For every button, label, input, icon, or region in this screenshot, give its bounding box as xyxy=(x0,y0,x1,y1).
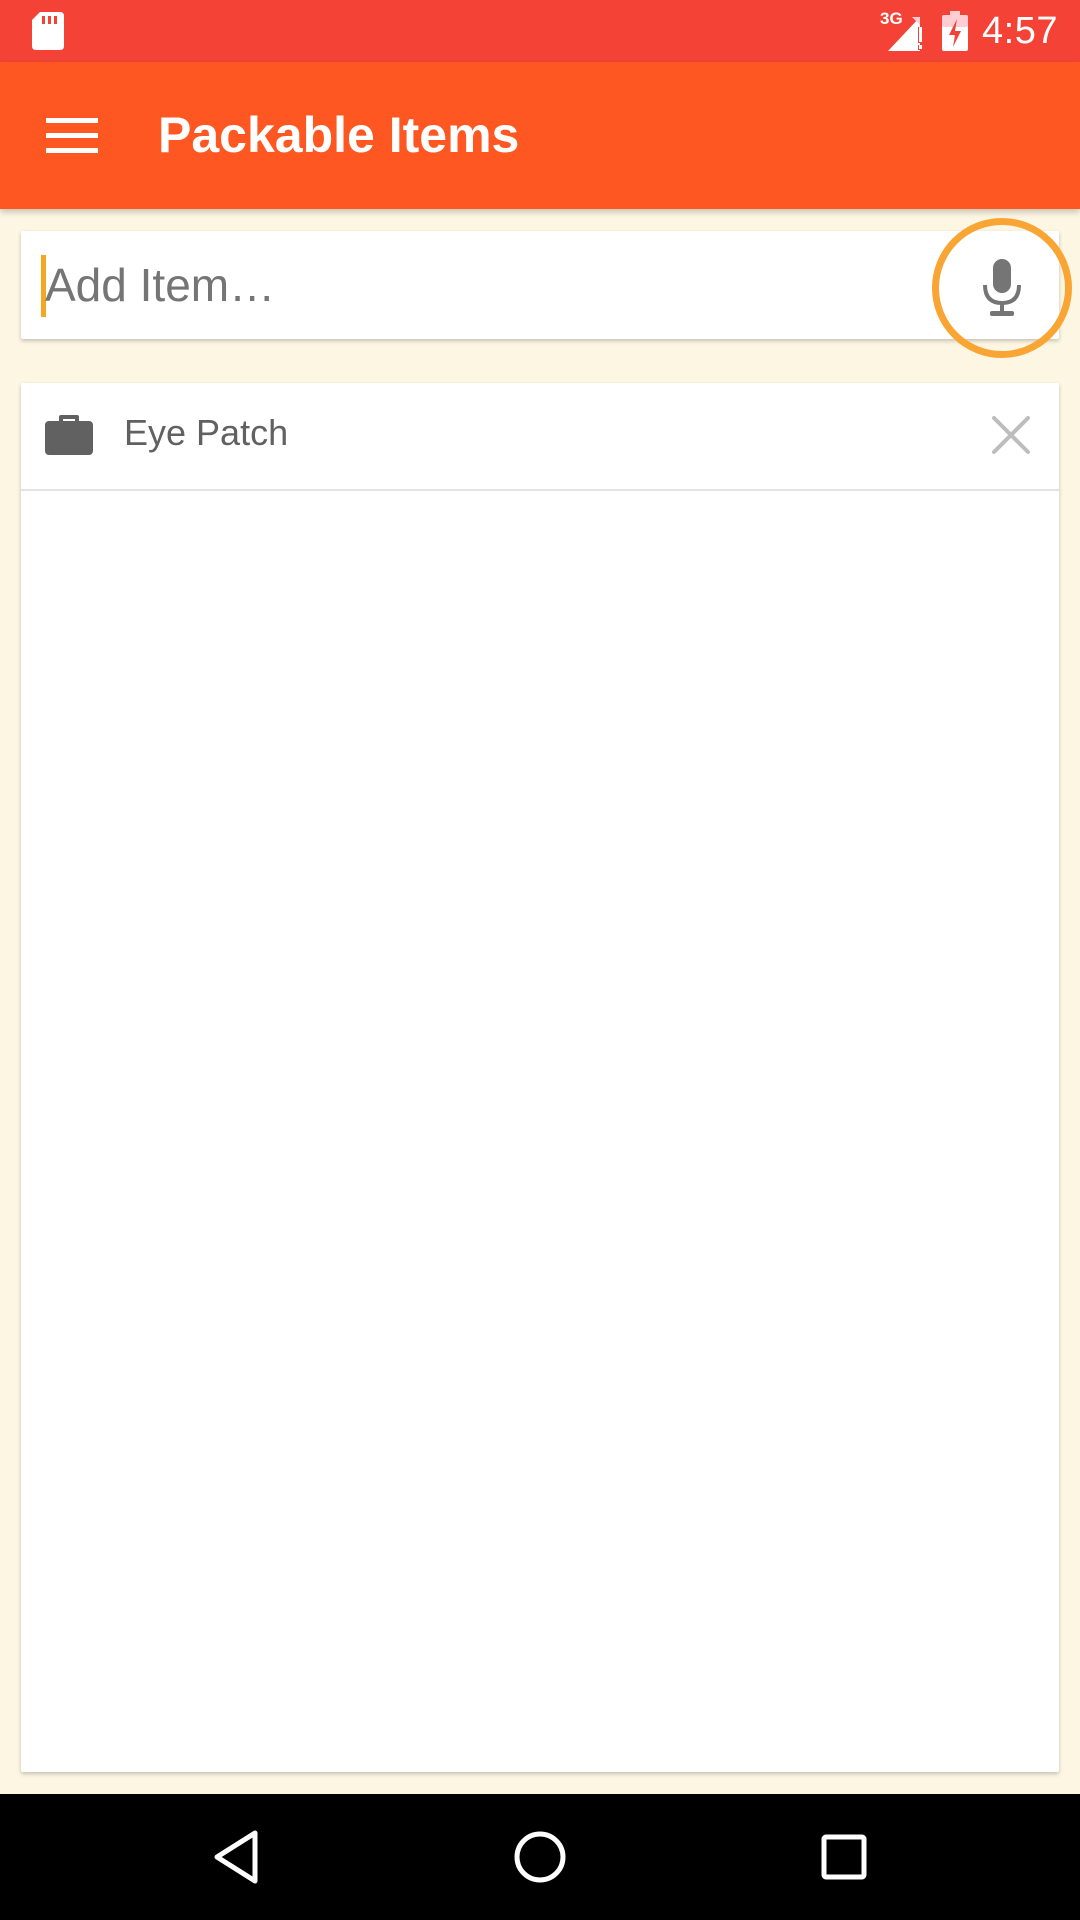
home-button[interactable] xyxy=(495,1812,585,1902)
back-icon xyxy=(214,1830,258,1884)
hamburger-menu-icon xyxy=(46,118,98,153)
remove-item-button[interactable] xyxy=(981,405,1041,465)
status-bar: 3G 4:57 xyxy=(0,0,1080,62)
briefcase-icon xyxy=(45,415,93,455)
recents-button[interactable] xyxy=(799,1812,889,1902)
add-item-input[interactable] xyxy=(41,245,921,325)
status-icons: 3G 4:57 xyxy=(880,0,1058,62)
list-item[interactable]: Eye Patch xyxy=(21,383,1059,491)
home-icon xyxy=(514,1831,566,1883)
page-title: Packable Items xyxy=(158,107,520,163)
sd-card-icon xyxy=(32,12,64,50)
close-icon xyxy=(992,416,1030,454)
microphone-icon xyxy=(983,259,1021,316)
battery-charging-icon xyxy=(942,11,969,51)
back-button[interactable] xyxy=(191,1812,281,1902)
recents-icon xyxy=(821,1834,867,1880)
app-bar: Packable Items xyxy=(0,62,1080,209)
signal-icon: 3G xyxy=(880,7,928,55)
add-item-card xyxy=(21,231,1059,339)
navigation-bar xyxy=(0,1794,1080,1920)
voice-input-button[interactable] xyxy=(932,218,1072,358)
menu-button[interactable] xyxy=(28,92,116,180)
status-time: 4:57 xyxy=(982,9,1058,52)
packable-items-list: Eye Patch xyxy=(21,383,1059,1772)
item-label: Eye Patch xyxy=(124,412,289,453)
